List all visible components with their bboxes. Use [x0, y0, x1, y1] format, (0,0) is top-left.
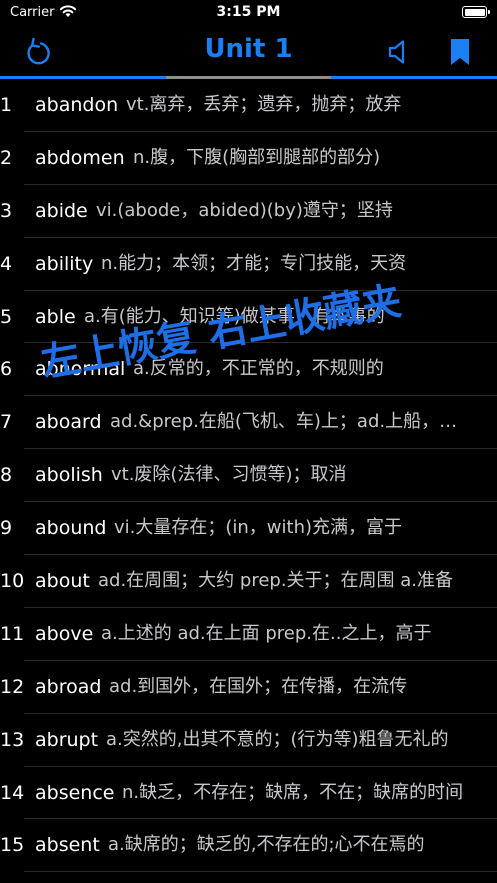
word-text: abide	[35, 199, 88, 222]
bookmark-button[interactable]	[442, 34, 478, 70]
word-text: absent	[35, 834, 100, 857]
word-row[interactable]: 8 abolish vt.废除(法律、习惯等)；取消	[0, 449, 497, 503]
word-definition: vi.(abode，abided)(by)遵守；坚持	[96, 199, 393, 221]
word-text: abolish	[35, 464, 103, 487]
battery-icon	[462, 6, 490, 18]
word-text: abroad	[35, 675, 102, 698]
word-index: 4	[0, 252, 13, 275]
word-text: absence	[35, 781, 115, 804]
word-index: 12	[0, 675, 25, 698]
word-index: 2	[0, 146, 13, 169]
word-index: 3	[0, 199, 13, 222]
word-text: abound	[35, 517, 107, 540]
status-time: 3:15 PM	[216, 4, 281, 20]
word-row[interactable]: 10 about ad.在周围；大约 prep.关于；在周围 a.准备	[0, 555, 497, 608]
word-list: 1 abandon vt.离弃，丢弃；遗弃，抛弃；放弃 2 abdomen n.腹，下腹(…	[0, 79, 497, 873]
word-row[interactable]: 12 abroad ad.到国外，在国外；在传播，在流传	[0, 661, 497, 714]
word-row[interactable]: 1 abandon vt.离弃，丢弃；遗弃，抛弃；放弃	[0, 79, 497, 132]
word-index: 14	[0, 781, 25, 804]
word-row[interactable]: 7 aboard ad.&prep.在船(飞机、车)上；ad.上船，上飞机	[0, 396, 497, 450]
word-definition: ad.&prep.在船(飞机、车)上；ad.上船，上飞机	[110, 411, 471, 433]
word-index: 9	[0, 517, 13, 540]
speaker-icon	[388, 40, 405, 64]
word-row[interactable]: 6 abnormal a.反常的，不正常的，不规则的	[0, 343, 497, 397]
word-text: able	[35, 305, 76, 328]
word-definition: vt.离弃，丢弃；遗弃，抛弃；放弃	[126, 94, 402, 115]
word-index: 8	[0, 464, 13, 487]
word-text: abandon	[35, 94, 119, 116]
row-divider	[24, 871, 497, 873]
word-definition: vi.大量存在；(in，with)充满，富于	[114, 517, 403, 539]
bookmark-icon	[451, 39, 469, 65]
word-row[interactable]: 5 able a.有(能力、知识等)做某事，有本事的	[0, 291, 497, 344]
word-text: ability	[35, 252, 94, 275]
word-row[interactable]: 3 abide vi.(abode，abided)(by)遵守；坚持	[0, 185, 497, 238]
status-bar: Carrier 3:15 PM	[0, 0, 497, 26]
word-definition: n.能力；本领；才能；专门技能，天资	[101, 252, 407, 274]
word-index: 10	[0, 570, 25, 593]
word-index: 1	[0, 94, 13, 116]
word-definition: a.突然的,出其不意的；(行为等)粗鲁无礼的	[106, 728, 449, 750]
word-index: 13	[0, 728, 25, 751]
word-row[interactable]: 11 above a.上述的 ad.在上面 prep.在..之上，高于	[0, 608, 497, 661]
word-definition: n.缺乏，不存在；缺席，不在；缺席的时间	[122, 781, 464, 803]
word-row[interactable]: 2 abdomen n.腹，下腹(胸部到腿部的部分)	[0, 132, 497, 185]
word-text: abdomen	[35, 146, 125, 169]
word-text: aboard	[35, 411, 102, 434]
word-text: above	[35, 622, 94, 645]
word-row[interactable]: 14 absence n.缺乏，不存在；缺席，不在；缺席的时间	[0, 767, 497, 820]
word-row[interactable]: 4 ability n.能力；本领；才能；专门技能，天资	[0, 238, 497, 291]
word-definition: ad.到国外，在国外；在传播，在流传	[109, 675, 408, 697]
page-title: Unit 1	[204, 34, 293, 64]
word-row[interactable]: 15 absent a.缺席的；缺乏的,不存在的;心不在焉的	[0, 819, 497, 873]
word-definition: vt.废除(法律、习惯等)；取消	[111, 464, 347, 486]
word-definition: a.缺席的；缺乏的,不存在的;心不在焉的	[108, 834, 425, 856]
word-row[interactable]: 13 abrupt a.突然的,出其不意的；(行为等)粗鲁无礼的	[0, 714, 497, 767]
word-definition: n.腹，下腹(胸部到腿部的部分)	[133, 146, 381, 168]
word-index: 6	[0, 358, 13, 381]
word-text: about	[35, 570, 90, 593]
word-definition: a.上述的 ad.在上面 prep.在..之上，高于	[101, 622, 432, 644]
word-index: 7	[0, 411, 13, 434]
word-text: abrupt	[35, 728, 99, 751]
word-text: abnormal	[35, 358, 126, 381]
word-definition: ad.在周围；大约 prep.关于；在周围 a.准备	[98, 570, 454, 592]
word-index: 15	[0, 834, 25, 857]
word-definition: a.反常的，不正常的，不规则的	[133, 358, 384, 380]
word-index: 11	[0, 622, 25, 645]
pronounce-button[interactable]	[380, 34, 416, 70]
word-definition: a.有(能力、知识等)做某事，有本事的	[84, 305, 385, 327]
word-row[interactable]: 9 abound vi.大量存在；(in，with)充满，富于	[0, 502, 497, 556]
nav-bar: Unit 1	[0, 26, 497, 78]
word-index: 5	[0, 305, 13, 328]
